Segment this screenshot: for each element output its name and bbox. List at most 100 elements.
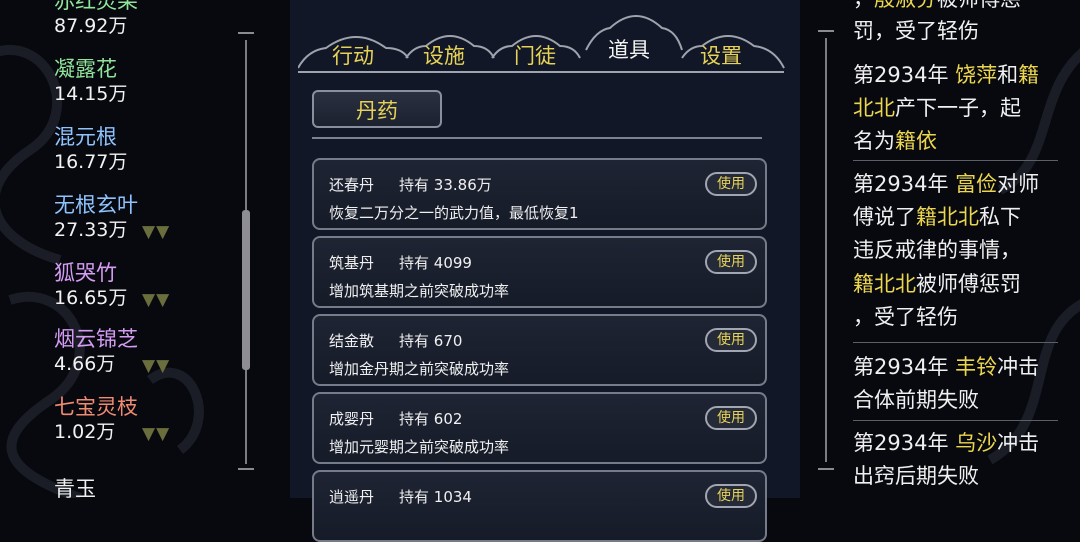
herb-item[interactable]: 狐哭竹 16.65万 ▼▼ bbox=[54, 260, 169, 310]
category-pills-button[interactable]: 丹药 bbox=[312, 90, 442, 128]
use-button[interactable]: 使用 bbox=[705, 250, 757, 274]
item-panel: 行动 设施 门徒 道具 设置 丹药 还春丹 持有 33.86万 恢复二万分之一的… bbox=[290, 0, 800, 542]
log-text: 被师傅惩罚 bbox=[916, 272, 1021, 296]
tab-items[interactable]: 道具 bbox=[608, 34, 650, 64]
tab-disciples[interactable]: 门徒 bbox=[514, 40, 556, 70]
log-name-highlight: 乌沙 bbox=[955, 431, 998, 455]
held-value: 33.86万 bbox=[433, 176, 492, 194]
down-arrows-icon: ▼▼ bbox=[142, 222, 171, 242]
herb-count: 1.02万 bbox=[54, 421, 116, 443]
herb-item[interactable]: 无根玄叶 27.33万 ▼▼ bbox=[54, 192, 169, 242]
log-line: 第2934年 乌沙冲击 bbox=[853, 426, 1039, 460]
herb-name: 混元根 bbox=[54, 125, 117, 149]
log-text: 对师 bbox=[997, 172, 1040, 196]
tab-facility[interactable]: 设施 bbox=[423, 40, 465, 70]
herb-name: 赤红灵果 bbox=[54, 0, 138, 13]
log-name-highlight: 殷淑芬 bbox=[874, 0, 937, 11]
item-name: 成婴丹 bbox=[329, 410, 375, 428]
log-line: 第2934年 丰铃冲击 bbox=[853, 350, 1039, 384]
herb-name: 狐哭竹 bbox=[54, 261, 117, 285]
section-divider bbox=[312, 137, 762, 139]
scrollbar-thumb[interactable] bbox=[242, 210, 250, 370]
log-name-highlight: 籍依 bbox=[895, 129, 937, 153]
log-line: 出窍后期失败 bbox=[853, 464, 979, 488]
down-arrows-icon: ▼▼ bbox=[142, 424, 171, 444]
log-text: 第2934年 bbox=[853, 63, 956, 87]
herb-name: 青玉 bbox=[54, 477, 96, 501]
held-value: 1034 bbox=[433, 488, 472, 506]
herb-count: 14.15万 bbox=[54, 83, 128, 105]
item-name: 逍遥丹 bbox=[329, 488, 375, 506]
item-card[interactable]: 还春丹 持有 33.86万 恢复二万分之一的武力值，最低恢复1 使用 bbox=[312, 158, 767, 230]
scrollbar-cap bbox=[818, 30, 834, 32]
item-card[interactable]: 逍遥丹 持有 1034 使用 bbox=[312, 470, 767, 542]
log-line: 籍北北被师傅惩罚 bbox=[853, 267, 1021, 301]
tab-action[interactable]: 行动 bbox=[332, 40, 374, 70]
scrollbar-cap bbox=[238, 32, 254, 34]
item-description: 增加金丹期之前突破成功率 bbox=[329, 360, 510, 378]
held-label: 持有 bbox=[399, 332, 430, 350]
herb-item[interactable]: 赤红灵果 87.92万 bbox=[54, 0, 138, 38]
log-line: 第2934年 饶萍和籍 bbox=[853, 58, 1039, 92]
log-line: 罚，受了轻伤 bbox=[853, 19, 979, 43]
log-name-highlight: 籍北北 bbox=[916, 205, 979, 229]
log-line: ，受了轻伤 bbox=[853, 305, 958, 329]
herb-name: 烟云锦芝 bbox=[54, 327, 138, 351]
log-name-highlight: 籍北北 bbox=[853, 272, 916, 296]
tab-settings[interactable]: 设置 bbox=[700, 40, 742, 70]
item-name: 结金散 bbox=[329, 332, 375, 350]
item-description: 增加筑基期之前突破成功率 bbox=[329, 282, 510, 300]
herb-count: 16.65万 bbox=[54, 287, 128, 309]
log-text: 私下 bbox=[979, 205, 1021, 229]
herb-item[interactable]: 烟云锦芝 4.66万 ▼▼ bbox=[54, 326, 169, 376]
log-line: 违反戒律的事情， bbox=[853, 238, 1021, 262]
item-description: 增加元婴期之前突破成功率 bbox=[329, 438, 510, 456]
herb-list-scrollbar[interactable] bbox=[238, 32, 254, 470]
herb-inventory-panel[interactable]: 赤红灵果 87.92万 凝露花 14.15万 混元根 16.77万 无根玄叶 2… bbox=[0, 0, 240, 501]
item-card[interactable]: 成婴丹 持有 602 增加元婴期之前突破成功率 使用 bbox=[312, 392, 767, 464]
use-button[interactable]: 使用 bbox=[705, 406, 757, 430]
item-name: 还春丹 bbox=[329, 176, 375, 194]
log-text: 冲击 bbox=[997, 355, 1040, 379]
log-text: 傅说了 bbox=[853, 205, 916, 229]
herb-count: 27.33万 bbox=[54, 219, 128, 241]
use-button[interactable]: 使用 bbox=[705, 484, 757, 508]
log-name-highlight: 北北 bbox=[853, 96, 895, 120]
held-label: 持有 bbox=[399, 176, 430, 194]
log-name-highlight: 丰铃 bbox=[955, 355, 998, 379]
log-line: 傅说了籍北北私下 bbox=[853, 200, 1021, 234]
item-card[interactable]: 结金散 持有 670 增加金丹期之前突破成功率 使用 bbox=[312, 314, 767, 386]
herb-item[interactable]: 青玉 bbox=[54, 476, 96, 502]
item-held-count: 持有 602 bbox=[399, 408, 462, 429]
item-held-count: 持有 33.86万 bbox=[399, 174, 492, 195]
herb-item[interactable]: 凝露花 14.15万 bbox=[54, 56, 127, 106]
use-button[interactable]: 使用 bbox=[705, 172, 757, 196]
log-line: 名为籍依 bbox=[853, 124, 937, 158]
held-label: 持有 bbox=[399, 254, 430, 272]
log-scrollbar[interactable] bbox=[818, 30, 834, 470]
herb-item[interactable]: 混元根 16.77万 bbox=[54, 124, 127, 174]
item-description: 恢复二万分之一的武力值，最低恢复1 bbox=[329, 204, 579, 222]
log-divider bbox=[853, 342, 1058, 343]
log-name-highlight: 籍 bbox=[1018, 63, 1040, 87]
down-arrows-icon: ▼▼ bbox=[142, 290, 171, 310]
log-text: 第2934年 bbox=[853, 172, 956, 196]
scrollbar-cap bbox=[238, 468, 254, 470]
held-label: 持有 bbox=[399, 410, 430, 428]
herb-name: 无根玄叶 bbox=[54, 193, 138, 217]
log-divider bbox=[853, 160, 1058, 161]
herb-count: 4.66万 bbox=[54, 353, 116, 375]
herb-item[interactable]: 七宝灵枝 1.02万 ▼▼ bbox=[54, 394, 169, 444]
item-card[interactable]: 筑基丹 持有 4099 增加筑基期之前突破成功率 使用 bbox=[312, 236, 767, 308]
use-button[interactable]: 使用 bbox=[705, 328, 757, 352]
herb-name: 凝露花 bbox=[54, 57, 117, 81]
item-held-count: 持有 1034 bbox=[399, 486, 472, 507]
log-name-highlight: 饶萍 bbox=[955, 63, 998, 87]
down-arrows-icon: ▼▼ bbox=[142, 356, 171, 376]
log-name-highlight: 富俭 bbox=[955, 172, 998, 196]
log-text: 被师傅惩 bbox=[937, 0, 1021, 11]
log-text: 冲击 bbox=[997, 431, 1040, 455]
herb-count: 87.92万 bbox=[54, 15, 128, 37]
log-text: 和 bbox=[997, 63, 1019, 87]
herb-name: 七宝灵枝 bbox=[54, 395, 138, 419]
